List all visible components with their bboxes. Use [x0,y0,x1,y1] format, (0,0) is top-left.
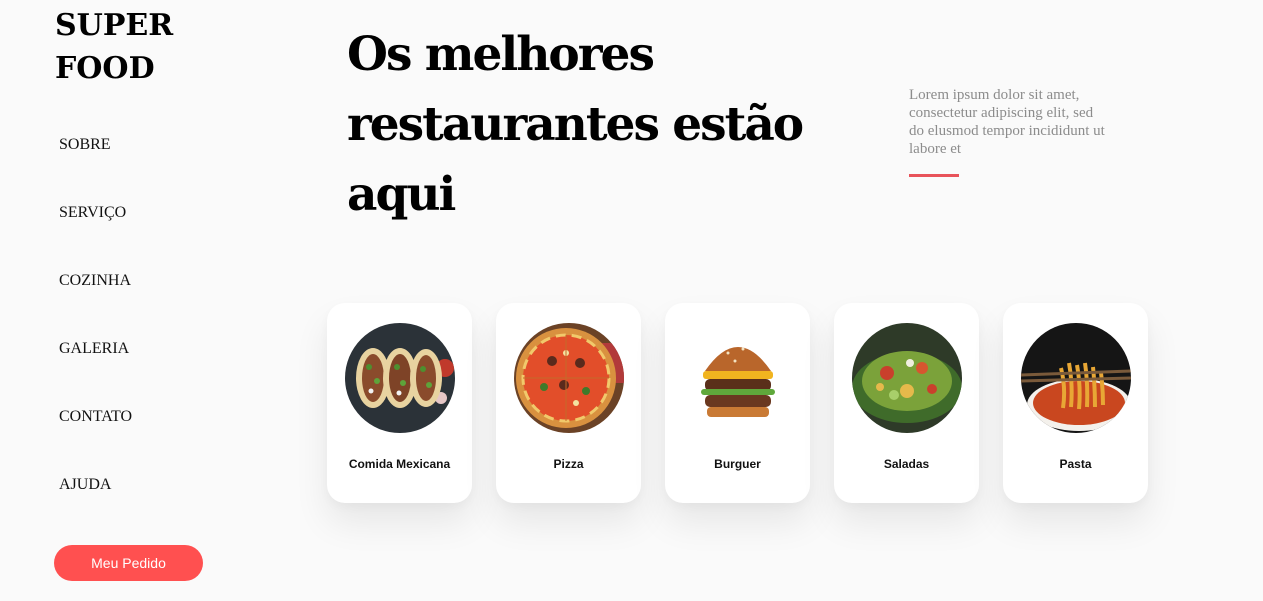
nav-item-ajuda[interactable]: AJUDA [59,467,132,535]
accent-divider [909,174,959,177]
pasta-photo [1021,323,1131,433]
my-order-button[interactable]: Meu Pedido [54,545,203,581]
nav-item-servico[interactable]: SERVIÇO [59,195,132,263]
category-card-burger[interactable]: Burguer [665,303,810,503]
nav-item-cozinha[interactable]: COZINHA [59,263,132,331]
category-label: Pasta [1059,457,1092,471]
category-label: Comida Mexicana [348,457,451,471]
tacos-photo [345,323,455,433]
salad-photo [852,323,962,433]
brand-logo[interactable]: SUPER FOOD [55,4,205,90]
category-label: Saladas [883,457,930,471]
category-card-mexican[interactable]: Comida Mexicana [327,303,472,503]
category-card-pizza[interactable]: Pizza [496,303,641,503]
category-label: Pizza [553,457,584,471]
hero-title: Os melhores restaurantes estão aqui [347,27,804,222]
category-card-salad[interactable]: Saladas [834,303,979,503]
brand-logo-line-2: FOOD [55,51,155,86]
nav-item-galeria[interactable]: GALERIA [59,331,132,399]
burger-photo [683,323,793,433]
category-card-pasta[interactable]: Pasta [1003,303,1148,503]
nav-item-sobre[interactable]: SOBRE [59,127,132,195]
sidebar-nav: SOBRE SERVIÇO COZINHA GALERIA CONTATO AJ… [59,127,132,535]
nav-item-contato[interactable]: CONTATO [59,399,132,467]
pizza-photo [514,323,624,433]
category-label: Burguer [714,457,761,471]
category-cards: Comida Mexicana Pizza Burguer Saladas Pa… [327,303,1148,503]
brand-logo-line-1: SUPER [55,8,174,43]
hero-description: Lorem ipsum dolor sit amet, consectetur … [909,87,1105,157]
